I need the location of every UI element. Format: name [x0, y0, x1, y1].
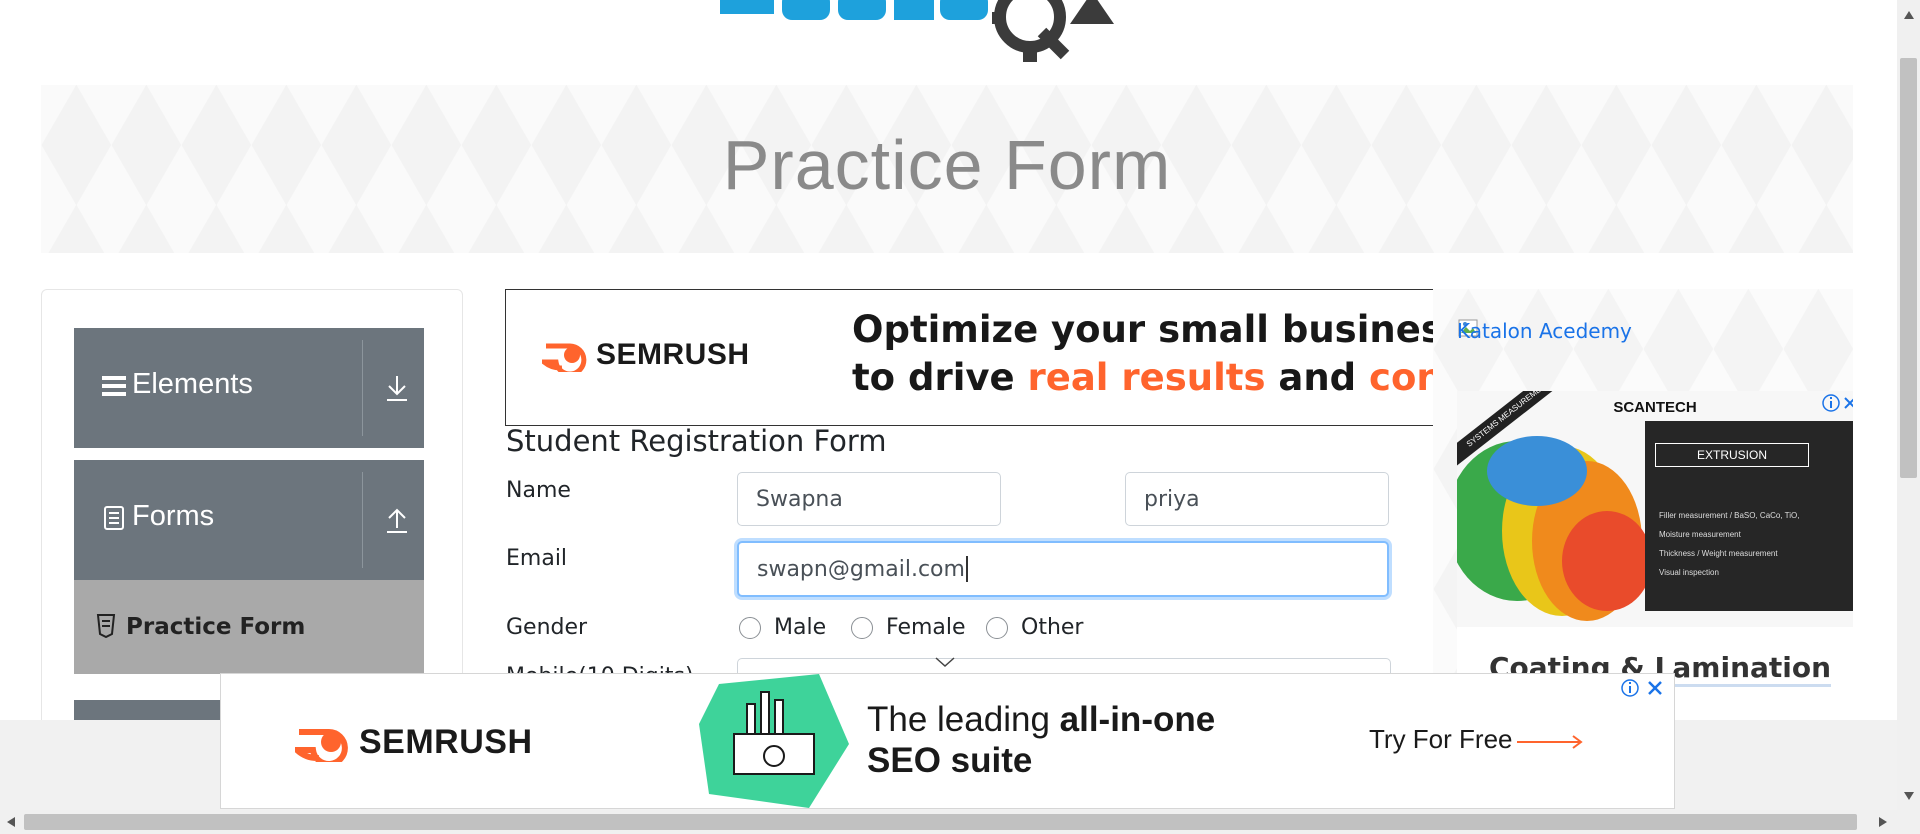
gender-male-label[interactable]: Male: [774, 615, 826, 640]
gender-label: Gender: [506, 615, 588, 640]
katalon-academy-link[interactable]: Katalon Acedemy: [1457, 319, 1632, 343]
scantech-ad[interactable]: SYSTEMS MEASUREMENT SCANTECH EXTRUSION F…: [1457, 391, 1853, 709]
sidebar-group-label: Elements: [132, 368, 253, 400]
scroll-down-icon[interactable]: [1903, 791, 1915, 801]
gear-icon: [992, 0, 1070, 62]
ad-headline-line1: Optimize your small business we: [852, 308, 1436, 351]
email-value: swapn@gmail.com: [757, 556, 965, 582]
extrusion-label: EXTRUSION: [1655, 443, 1809, 467]
chevron-down-icon: [935, 657, 955, 668]
scantech-ad-image[interactable]: SYSTEMS MEASUREMENT SCANTECH EXTRUSION F…: [1457, 391, 1853, 627]
ad-headline-line2: to drive real results and convers: [852, 356, 1437, 399]
ad-headline-line2: SEO suite: [867, 741, 1032, 781]
semrush-flame-icon: [542, 343, 587, 372]
sidebar-group-label: Forms: [132, 500, 215, 532]
info-icon[interactable]: [1620, 678, 1640, 698]
form-heading: Student Registration Form: [506, 424, 887, 458]
text-cursor: [965, 556, 968, 582]
try-for-free-button[interactable]: Try For Free: [1369, 724, 1512, 755]
ad-headline-line1: The leading all-in-one: [867, 700, 1215, 740]
semrush-logo: SEMRUSH: [295, 722, 533, 762]
page-title: Practice Form: [722, 126, 1172, 204]
name-label: Name: [506, 478, 571, 503]
close-icon[interactable]: [1646, 678, 1664, 698]
email-label: Email: [506, 546, 568, 571]
ad-highlight: real results: [1027, 356, 1266, 399]
arrow-right-icon: [1517, 735, 1583, 749]
gender-female-label[interactable]: Female: [886, 615, 966, 640]
sidebar-group-forms[interactable]: Forms: [74, 460, 424, 580]
last-name-value: priya: [1144, 486, 1200, 512]
ad-text-bold: all-in-one: [1059, 700, 1216, 739]
scroll-left-icon[interactable]: [6, 816, 16, 828]
horizontal-scroll-thumb[interactable]: [24, 814, 1857, 830]
semrush-wordmark: SEMRUSH: [359, 722, 533, 761]
ad-bullet: Visual inspection: [1659, 568, 1719, 577]
semrush-top-ad[interactable]: SEMRUSH Optimize your small business we …: [505, 289, 1437, 426]
ad-bullet: Filler measurement / BaSO, CaCo, TiO,: [1659, 511, 1800, 520]
scroll-right-icon[interactable]: [1878, 816, 1888, 828]
scantech-brand: SCANTECH: [1613, 399, 1697, 416]
gender-female-radio[interactable]: [851, 617, 873, 639]
hamburger-icon: [102, 376, 126, 396]
upload-arrow-icon[interactable]: [384, 504, 410, 536]
document-icon: [104, 506, 124, 530]
divider: [362, 472, 363, 568]
first-name-value: Swapna: [756, 486, 843, 512]
ad-text: to drive: [852, 356, 1028, 399]
ad-text-bold: SEO suite: [867, 741, 1033, 780]
last-name-field[interactable]: priya: [1125, 472, 1389, 526]
ad-text: The leading: [867, 700, 1060, 739]
gender-other-radio[interactable]: [986, 617, 1008, 639]
download-arrow-icon[interactable]: [384, 372, 410, 404]
toolsqa-logo[interactable]: [720, 0, 1200, 72]
html5-icon: [96, 614, 116, 638]
email-field[interactable]: swapn@gmail.com: [737, 541, 1389, 597]
right-ad-panel: Katalon Acedemy SYSTEMS MEASUREMENT SCAN…: [1433, 289, 1853, 709]
divider: [362, 340, 363, 436]
vertical-scroll-thumb[interactable]: [1900, 58, 1917, 478]
semrush-wordmark: SEMRUSH: [596, 338, 750, 371]
page-banner: Practice Form: [41, 85, 1853, 253]
gender-other-label[interactable]: Other: [1021, 615, 1083, 640]
first-name-field[interactable]: Swapna: [737, 472, 1001, 526]
close-icon[interactable]: [1843, 393, 1853, 413]
ad-highlight: convers: [1369, 356, 1437, 399]
semrush-flame-icon: [295, 729, 348, 762]
semrush-logo: SEMRUSH: [542, 338, 750, 372]
ad-bullet: Thickness / Weight measurement: [1659, 549, 1778, 558]
semrush-bottom-ad[interactable]: SEMRUSH The leading all-in-one SEO suite…: [220, 673, 1675, 809]
info-icon[interactable]: [1821, 393, 1841, 413]
ad-text: and: [1265, 356, 1370, 399]
sidebar-item-practice-form[interactable]: Practice Form: [74, 580, 424, 674]
ad-bullet: Moisture measurement: [1659, 530, 1741, 539]
sidebar-item-label: Practice Form: [126, 614, 306, 640]
sidebar-group-elements[interactable]: Elements: [74, 328, 424, 448]
toolbox-illustration: [699, 674, 849, 808]
gender-male-radio[interactable]: [739, 617, 761, 639]
scroll-up-icon[interactable]: [1903, 10, 1915, 20]
horizontal-scrollbar[interactable]: [0, 810, 1897, 834]
vertical-scrollbar[interactable]: [1897, 0, 1920, 834]
scantech-info-panel: EXTRUSION Filler measurement / BaSO, CaC…: [1645, 421, 1853, 611]
ad-controls: [1620, 678, 1664, 698]
